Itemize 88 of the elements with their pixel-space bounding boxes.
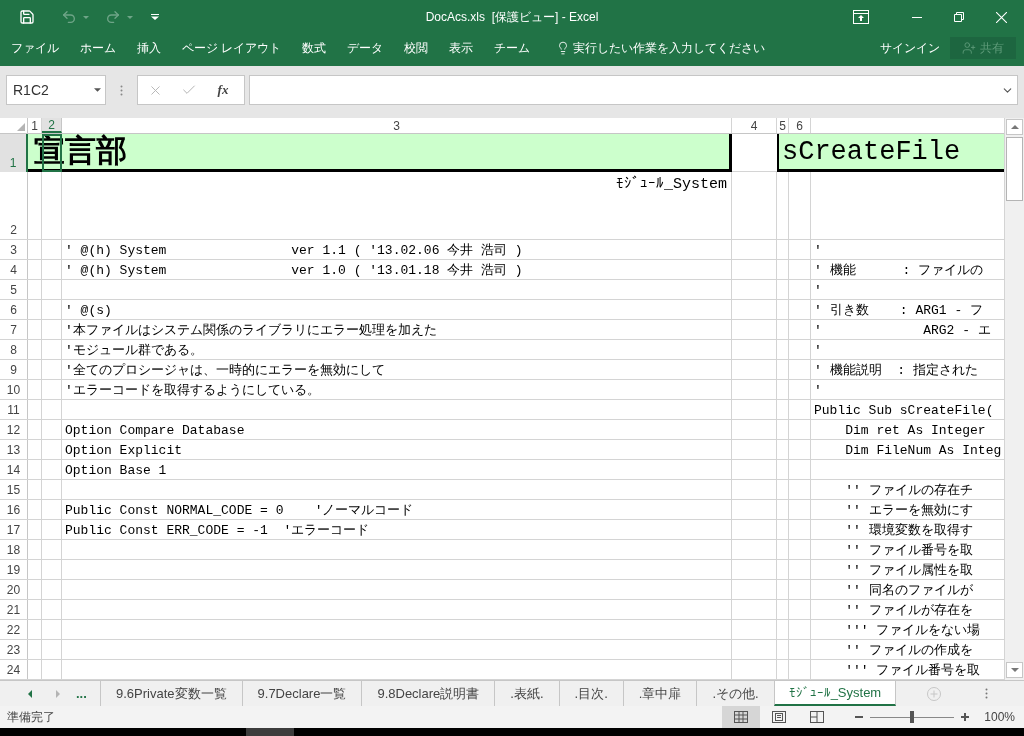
code-line: ' 引き数 : ARG1 - フ [814, 303, 984, 319]
add-person-icon [962, 41, 976, 55]
code-line: Dim ret As Integer [844, 423, 986, 439]
code-line: ' [814, 383, 822, 399]
code-line: Dim FileNum As Integ [844, 443, 1002, 459]
minimize-icon [912, 16, 922, 18]
scroll-down-button[interactable] [1006, 662, 1023, 678]
code-line: ' ARG2 - エ [814, 323, 991, 339]
ribbon-tab[interactable]: ホーム [80, 40, 116, 56]
grid-icon [734, 711, 749, 723]
code-line: 'エラーコードを取得するようにしている。 [65, 383, 320, 399]
section-heading: sCreateFile [777, 134, 1004, 172]
ribbon-tab[interactable]: ファイル [11, 40, 59, 56]
column-header[interactable]: 5 [777, 118, 789, 133]
code-line: Public Const NORMAL_CODE = 0 'ノーマルコード [65, 503, 414, 519]
caret-icon [83, 15, 89, 19]
code-line: '' ファイル番号を取 [844, 543, 973, 559]
ribbon-options-icon [853, 10, 869, 24]
code-line: ' 機能説明 : 指定された [814, 363, 978, 379]
insert-function-button[interactable]: fx [206, 76, 240, 104]
page-layout-icon [772, 711, 787, 723]
tell-me-field[interactable]: 実行したい作業を入力してください [556, 40, 774, 56]
sheet-tab[interactable]: ﾓｼﾞｭｰﾙ_System [773, 681, 897, 706]
ribbon-tab[interactable]: 数式 [302, 40, 327, 56]
ribbon-tab[interactable]: 挿入 [137, 40, 161, 56]
code-line: 'モジュール群である。 [65, 343, 203, 359]
zoom-level-text: 100% [984, 709, 1015, 726]
code-line: ' @(h) System ver 1.0 ( '13.01.18 今井 浩司 ) [65, 263, 523, 279]
close-icon [995, 11, 1007, 23]
minus-icon [855, 716, 864, 718]
save-icon [19, 9, 35, 25]
code-line: ' [814, 283, 822, 299]
ribbon-tab[interactable]: データ [347, 40, 384, 56]
ribbon-tab[interactable]: ページ レイアウト [182, 40, 282, 56]
code-line: '' ファイルが存在を [844, 603, 973, 619]
code-line: '' エラーを無効にす [844, 503, 973, 519]
restore-icon [954, 12, 964, 22]
code-line: Public Const ERR_CODE = -1 'エラーコード [65, 523, 370, 539]
column-header[interactable]: 2 [42, 118, 62, 133]
vertical-scrollbar[interactable] [1004, 118, 1024, 680]
view-button[interactable] [722, 706, 761, 728]
left-triangle-icon [28, 689, 32, 698]
code-line: Public Sub sCreateFile( [814, 403, 994, 419]
ribbon-tab[interactable]: 表示 [449, 40, 474, 56]
code-line: ' @(h) System ver 1.1 ( '13.02.06 今井 浩司 ) [65, 243, 523, 259]
sign-in-link[interactable]: サインイン [880, 40, 940, 56]
add-icon [927, 686, 941, 701]
scroll-up-button[interactable] [1006, 119, 1023, 135]
caret-icon [127, 15, 133, 19]
code-line: '全てのプロシージャは、一時的にエラーを無効にして [65, 363, 385, 379]
code-line: ' [814, 343, 822, 359]
code-line: ''' ファイルをない場 [844, 623, 981, 639]
code-line: '本ファイルはシステム関係のライブラリにエラー処理を加えた [65, 323, 437, 339]
formula-input[interactable] [249, 75, 1018, 105]
ribbon-tab[interactable]: チーム [494, 40, 531, 56]
plus-icon [961, 713, 970, 721]
window-title: DocAcs.xls [保護ビュー] - Excel [425, 9, 599, 26]
code-line: Option Explicit [65, 443, 183, 459]
down-arrow-icon [1010, 668, 1019, 672]
zoom-slider[interactable] [870, 711, 955, 723]
ribbon-tab[interactable]: 校閲 [404, 40, 429, 56]
code-line: '' ファイルの作成を [844, 643, 973, 659]
page-break-icon [810, 711, 825, 723]
more-sheets-button[interactable]: ... [76, 685, 87, 702]
code-line: '' 同名のファイルが [844, 583, 973, 599]
status-text: 準備完了 [7, 709, 55, 726]
up-arrow-icon [1010, 125, 1019, 129]
scrollbar-thumb[interactable] [1006, 137, 1023, 201]
caret-icon [94, 88, 101, 92]
customize-icon [151, 14, 159, 20]
code-line: '' ファイル属性を取 [844, 563, 973, 579]
vertical-dots-icon [984, 688, 988, 699]
code-line: '' ファイルの存在チ [844, 483, 973, 499]
code-line: Option Base 1 [65, 463, 167, 479]
code-line: Option Compare Database [65, 423, 245, 439]
code-line: ' @(s) [65, 303, 112, 319]
redo-icon [105, 9, 121, 25]
undo-icon [61, 9, 77, 25]
zoom-slider-thumb[interactable] [910, 711, 915, 723]
grip-icon [120, 84, 123, 96]
name-box[interactable]: R1C2 [6, 75, 106, 105]
code-line: '' 環境変数を取得す [844, 523, 973, 539]
code-line: ' 機能 : ファイルの [814, 263, 983, 279]
module-name-label: ﾓｼﾞｭｰﾙ_System [616, 176, 727, 194]
code-line: ' [814, 243, 822, 259]
row-header[interactable]: 1 [0, 134, 28, 172]
code-line: ''' ファイル番号を取 [844, 663, 981, 679]
right-triangle-icon [56, 689, 60, 698]
